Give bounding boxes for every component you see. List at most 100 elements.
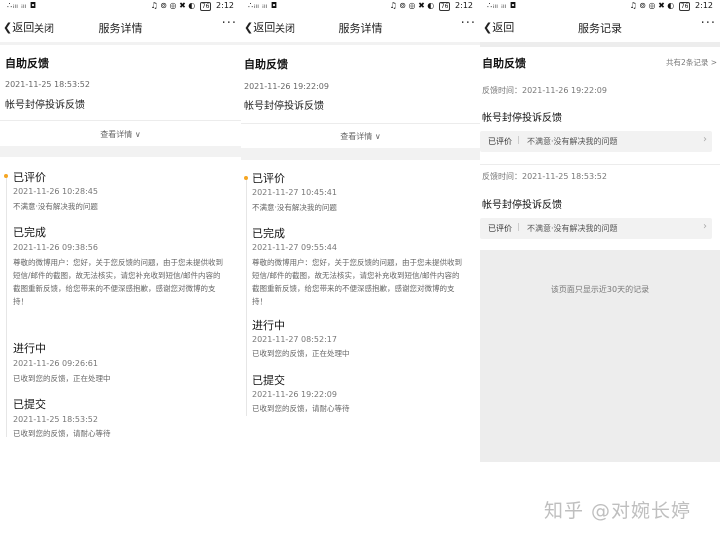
feedback-category: 帐号封停投诉反馈: [5, 100, 85, 111]
feedback-time: 2021-11-25 18:53:52: [5, 80, 90, 89]
service-detail-screen-2: ∴ᵢₗₗ ᵢₗₗ ◘ ♫ ⊚ ◎ ✖ ◐ 76 2:12 ❮返回 关闭 服务详情…: [241, 0, 480, 430]
back-button[interactable]: ❮返回: [244, 19, 275, 35]
clock: 2:12: [695, 1, 713, 10]
step-text: 不满意·没有解决我的问题: [252, 201, 337, 214]
step-text: 已收到您的反馈，正在处理中: [252, 347, 350, 360]
step-time: 2021-11-27 08:52:17: [252, 335, 337, 344]
records-title: 自助反馈: [482, 57, 526, 70]
back-label: 返回: [253, 21, 276, 34]
step-text-line: 截图重新反馈，给您带来的不便深感抱歉，感谢您对微博的支: [252, 284, 455, 293]
status-bar: ∴ᵢₗₗ ᵢₗₗ ◘ ♫ ⊚ ◎ ✖ ◐ 76 2:12: [241, 0, 480, 13]
divider: [0, 120, 241, 121]
step-text-line: 已收到您的反馈，正在处理中: [13, 374, 111, 383]
timeline-card: 已评价 2021-11-26 10:28:45 不满意·没有解决我的问题 已完成…: [0, 157, 241, 452]
page-title: 服务记录: [578, 22, 622, 35]
timeline-card: 已评价 2021-11-27 10:45:41 不满意·没有解决我的问题 已完成…: [241, 160, 480, 430]
back-button[interactable]: ❮返回: [483, 19, 514, 35]
step-time: 2021-11-26 10:28:45: [13, 187, 98, 196]
record-time: 反馈时间：2021-11-25 18:53:52: [482, 172, 607, 181]
more-icon[interactable]: ···: [461, 16, 476, 31]
evaluation-status: 已评价: [488, 224, 512, 233]
step-text: 已收到您的反馈，正在处理中: [13, 372, 111, 385]
timeline-active-dot: [244, 176, 248, 180]
feedback-category: 帐号封停投诉反馈: [244, 101, 324, 112]
step-text-line: 短信/邮件的截图，故无法核实，请您补充收到短信/邮件内容的: [13, 271, 221, 280]
step-text-line: 已收到您的反馈，请耐心等待: [13, 429, 111, 438]
step-text-line: 短信/邮件的截图，故无法核实，请您补充收到短信/邮件内容的: [252, 271, 460, 280]
step-text: 已收到您的反馈，请耐心等待: [13, 427, 111, 440]
step-text-line: 尊敬的微博用户：您好，关于您反馈的问题，由于您未提供收到: [13, 258, 223, 267]
clock: 2:12: [216, 1, 234, 10]
record-time: 反馈时间：2021-11-26 19:22:09: [482, 86, 607, 95]
battery-icon: 76: [199, 2, 212, 11]
nav-bar: ❮返回 服务记录 ···: [480, 13, 720, 42]
nav-bar: ❮返回 关闭 服务详情 ···: [241, 13, 480, 42]
step-time: 2021-11-25 18:53:52: [13, 415, 98, 424]
step-text-line: 不满意·没有解决我的问题: [252, 203, 337, 212]
evaluation-text: 不满意·没有解决我的问题: [527, 224, 618, 233]
feedback-header-card: 自助反馈 2021-11-26 19:22:09 帐号封停投诉反馈 查看详情 ∨: [241, 45, 480, 148]
service-detail-screen-1: ∴ᵢₗₗ ᵢₗₗ ◘ ♫ ⊚ ◎ ✖ ◐ 76 2:12 ❮返回 关闭 服务详情…: [0, 0, 241, 452]
step-time: 2021-11-26 09:38:56: [13, 243, 98, 252]
evaluation-text: 不满意·没有解决我的问题: [527, 137, 618, 146]
step-text-line: 已收到您的反馈，请耐心等待: [252, 404, 350, 413]
record-evaluation-row[interactable]: 已评价 | 不满意·没有解决我的问题 ›: [480, 218, 712, 239]
timeline-line: [246, 178, 247, 416]
step-time: 2021-11-27 09:55:44: [252, 243, 337, 252]
back-label: 返回: [12, 21, 35, 34]
signal-icons: ∴ᵢₗₗ ᵢₗₗ ◘: [7, 1, 37, 10]
chevron-right-icon: ›: [703, 134, 707, 145]
records-notice: 该页面只显示近30天的记录: [550, 285, 650, 294]
record-evaluation-row[interactable]: 已评价 | 不满意·没有解决我的问题 ›: [480, 131, 712, 152]
status-right: ♫ ⊚ ◎ ✖ ◐ 76 2:12: [390, 1, 473, 11]
screenshot-collage: ∴ᵢₗₗ ᵢₗₗ ◘ ♫ ⊚ ◎ ✖ ◐ 76 2:12 ❮返回 关闭 服务详情…: [0, 0, 720, 540]
feedback-title: 自助反馈: [244, 58, 288, 71]
close-button[interactable]: 关闭: [34, 20, 54, 35]
evaluation-separator: |: [517, 135, 520, 144]
step-text-line: 持！: [13, 297, 28, 306]
service-records-screen: ∴ᵢₗₗ ᵢₗₗ ◘ ♫ ⊚ ◎ ✖ ◐ 76 2:12 ❮返回 服务记录 ··…: [480, 0, 720, 462]
back-button[interactable]: ❮返回: [3, 19, 34, 35]
watermark: 知乎 @对婉长婷: [544, 500, 692, 522]
status-icons: ♫ ⊚ ◎ ✖ ◐: [150, 1, 196, 10]
divider: [241, 123, 480, 124]
step-time: 2021-11-26 19:22:09: [252, 390, 337, 399]
step-title: 进行中: [252, 319, 285, 332]
divider: [480, 164, 720, 165]
step-title: 已完成: [13, 226, 46, 239]
step-text: 尊敬的微博用户：您好，关于您反馈的问题，由于您未提供收到 短信/邮件的截图，故无…: [13, 256, 223, 308]
status-bar: ∴ᵢₗₗ ᵢₗₗ ◘ ♫ ⊚ ◎ ✖ ◐ 76 2:12: [0, 0, 241, 13]
step-text-line: 尊敬的微博用户：您好，关于您反馈的问题，由于您未提供收到: [252, 258, 462, 267]
step-text-line: 已收到您的反馈，正在处理中: [252, 349, 350, 358]
more-icon[interactable]: ···: [222, 16, 237, 31]
step-time: 2021-11-26 09:26:61: [13, 359, 98, 368]
record-category: 帐号封停投诉反馈: [482, 200, 562, 211]
status-right: ♫ ⊚ ◎ ✖ ◐ 76 2:12: [151, 1, 234, 11]
evaluation-separator: |: [517, 222, 520, 231]
more-icon[interactable]: ···: [701, 16, 716, 31]
status-icons: ♫ ⊚ ◎ ✖ ◐: [629, 1, 675, 10]
clock: 2:12: [455, 1, 473, 10]
step-title: 已评价: [252, 172, 285, 185]
chevron-left-icon: ❮: [483, 21, 493, 34]
step-text-line: 持！: [252, 297, 267, 306]
back-label: 返回: [492, 21, 515, 34]
timeline-line: [6, 175, 7, 437]
chevron-right-icon: ›: [703, 221, 707, 232]
step-title: 已提交: [252, 374, 285, 387]
chevron-left-icon: ❮: [3, 21, 13, 34]
feedback-time: 2021-11-26 19:22:09: [244, 82, 329, 91]
status-right: ♫ ⊚ ◎ ✖ ◐ 76 2:12: [630, 1, 713, 11]
step-title: 已完成: [252, 227, 285, 240]
battery-icon: 76: [678, 2, 691, 11]
records-count-link[interactable]: 共有2条记录 >: [666, 57, 717, 68]
battery-icon: 76: [438, 2, 451, 11]
view-details-button[interactable]: 查看详情 ∨: [241, 131, 480, 142]
step-text: 尊敬的微博用户：您好，关于您反馈的问题，由于您未提供收到 短信/邮件的截图，故无…: [252, 256, 462, 308]
view-details-button[interactable]: 查看详情 ∨: [0, 129, 241, 140]
step-title: 已提交: [13, 398, 46, 411]
close-button[interactable]: 关闭: [275, 20, 295, 35]
step-text-line: 不满意·没有解决我的问题: [13, 202, 98, 211]
nav-bar: ❮返回 关闭 服务详情 ···: [0, 13, 241, 42]
chevron-left-icon: ❮: [244, 21, 254, 34]
